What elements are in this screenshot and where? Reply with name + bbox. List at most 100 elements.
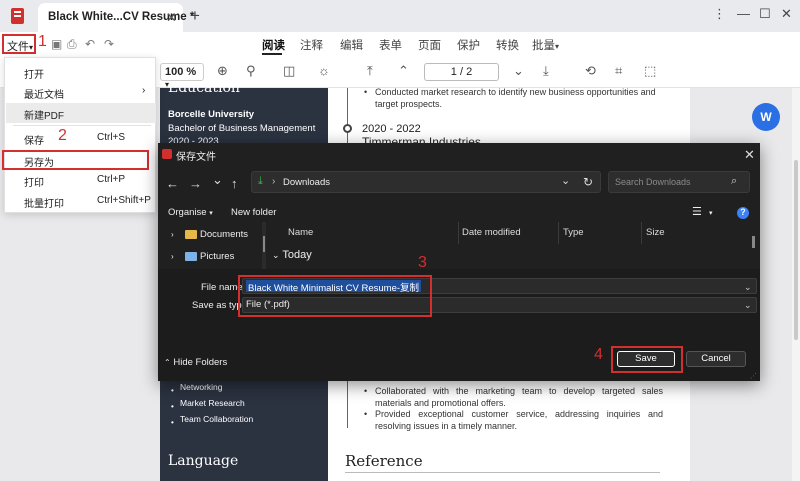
chevron-down-icon[interactable]: ⌄: [744, 282, 752, 293]
redo-icon[interactable]: ↷: [104, 37, 114, 51]
page-number-input[interactable]: 1 / 2: [424, 63, 499, 81]
address-dropdown-icon[interactable]: ⌄: [561, 174, 570, 187]
education-heading: Education: [168, 80, 240, 96]
expand-chevron-icon[interactable]: ›: [171, 230, 174, 239]
hide-folders-button[interactable]: ⌃ Hide Folders: [164, 357, 227, 368]
file-menu-button[interactable]: 文件▾: [2, 34, 36, 54]
menu-item-save[interactable]: 保存: [24, 132, 44, 147]
nav-convert[interactable]: 转换: [496, 37, 519, 53]
print-icon[interactable]: ⎙: [67, 37, 77, 52]
chevron-down-icon: ▾: [555, 42, 560, 51]
skill-item: Market Research: [180, 398, 245, 408]
new-folder-button[interactable]: New folder: [231, 207, 276, 218]
column-separator: [641, 222, 642, 244]
nav-annotate[interactable]: 注释: [300, 37, 323, 53]
filename-highlight-box: [238, 275, 432, 317]
menu-item-open[interactable]: 打开: [24, 66, 44, 81]
step-marker-1: 1: [38, 33, 47, 50]
forward-icon[interactable]: →: [189, 176, 202, 191]
nav-batch[interactable]: 批量▾: [532, 37, 559, 53]
page-layout-icon[interactable]: ◫: [283, 63, 295, 79]
timeline-dot: [343, 124, 352, 133]
close-icon[interactable]: ✕: [744, 147, 755, 163]
new-tab-icon[interactable]: +: [190, 6, 200, 26]
help-icon[interactable]: ?: [737, 207, 749, 219]
divider: [345, 472, 660, 473]
bullet-icon: •: [171, 418, 174, 427]
organise-label: Organise: [168, 207, 207, 218]
zoom-in-icon[interactable]: ⊕: [217, 63, 228, 79]
chevron-up-icon: ⌃: [164, 358, 171, 367]
university-name: Borcelle University: [168, 109, 255, 120]
expand-chevron-icon[interactable]: ›: [171, 252, 174, 261]
chevron-down-icon[interactable]: ▾: [709, 209, 713, 217]
view-options-icon[interactable]: ☰: [692, 205, 702, 218]
menu-separator: [13, 125, 151, 126]
menu-bar: 文件▾ 1 ▣ ⎙ ↶ ↷ 阅读 注释 编辑 表单 页面 保护 转换 批量▾: [0, 32, 800, 56]
chevron-down-icon[interactable]: ⌄: [744, 300, 752, 311]
maximize-icon[interactable]: ☐: [759, 6, 771, 22]
nav-edit[interactable]: 编辑: [340, 37, 363, 53]
organise-button[interactable]: Organise ▾: [168, 207, 213, 218]
column-name[interactable]: Name: [288, 227, 313, 238]
degree-text: Bachelor of Business Management: [168, 123, 316, 134]
minimize-icon[interactable]: —: [737, 6, 750, 21]
nav-form[interactable]: 表单: [379, 37, 402, 53]
skill-item: Networking: [180, 382, 223, 392]
shortcut-save: Ctrl+S: [97, 132, 126, 143]
file-name-label: File name: [201, 282, 243, 293]
tab-close-icon[interactable]: ✕: [166, 10, 177, 26]
undo-icon[interactable]: ↶: [85, 37, 95, 51]
brightness-icon[interactable]: ☼: [318, 63, 330, 78]
search-placeholder: Search Downloads: [615, 177, 691, 187]
step-marker-3: 3: [418, 254, 427, 271]
nav-pane-documents[interactable]: Documents: [200, 229, 248, 240]
menu-item-print[interactable]: 打印: [24, 174, 44, 189]
previous-page-icon[interactable]: ⌃: [398, 63, 409, 79]
nav-protect[interactable]: 保护: [457, 37, 480, 53]
scrollbar-thumb[interactable]: [263, 236, 265, 252]
document-tab[interactable]: Black White...CV Resume * ✕: [38, 3, 194, 32]
step-marker-4: 4: [594, 346, 603, 363]
crop-icon[interactable]: ⌗: [615, 63, 622, 79]
step-marker-2: 2: [58, 127, 67, 144]
column-size[interactable]: Size: [646, 227, 664, 238]
last-page-icon[interactable]: ⤓: [543, 63, 549, 79]
resize-grip-icon[interactable]: ⋰: [750, 372, 757, 380]
experience-bullet: Collaborated with the marketing team to …: [375, 386, 663, 408]
group-header[interactable]: ⌄ Today: [272, 249, 312, 261]
back-icon[interactable]: ←: [166, 176, 179, 191]
menu-item-batch-print[interactable]: 批量打印: [24, 195, 64, 210]
zoom-select[interactable]: 100 % ▾: [160, 63, 204, 89]
reference-heading: Reference: [345, 452, 423, 470]
nav-pane-pictures[interactable]: Pictures: [200, 251, 234, 262]
bullet-icon: •: [364, 87, 368, 97]
recent-locations-icon[interactable]: ⌄: [212, 172, 223, 188]
scrollbar-thumb[interactable]: [794, 160, 798, 340]
nav-page[interactable]: 页面: [418, 37, 441, 53]
save-icon[interactable]: ▣: [51, 37, 62, 51]
menu-item-recent[interactable]: 最近文档: [24, 86, 64, 101]
refresh-icon[interactable]: ↻: [583, 175, 593, 189]
next-page-icon[interactable]: ⌄: [513, 63, 524, 79]
word-convert-icon[interactable]: W: [752, 103, 780, 131]
shortcut-batch-print: Ctrl+Shift+P: [97, 195, 151, 206]
cancel-button[interactable]: Cancel: [686, 351, 746, 367]
close-window-icon[interactable]: ✕: [781, 6, 792, 22]
title-bar: Black White...CV Resume * ✕ + ⋮ — ☐ ✕: [0, 0, 800, 32]
folder-icon: [185, 230, 197, 239]
shortcut-print: Ctrl+P: [97, 174, 126, 185]
menu-item-new-pdf[interactable]: 新建PDF: [24, 107, 64, 122]
column-type[interactable]: Type: [563, 227, 584, 238]
rotate-icon[interactable]: ⟲: [585, 63, 596, 79]
file-list-scrollbar[interactable]: [752, 236, 755, 248]
more-menu-icon[interactable]: ⋮: [713, 6, 726, 22]
fit-page-icon[interactable]: ⬚: [644, 63, 656, 79]
zoom-value: 100 %: [165, 66, 197, 78]
first-page-icon[interactable]: ⤒: [367, 63, 373, 79]
chevron-right-icon: ›: [272, 176, 276, 187]
nav-read[interactable]: 阅读: [262, 37, 285, 53]
stamp-icon[interactable]: ⚲: [246, 63, 256, 79]
column-date-modified[interactable]: Date modified: [462, 227, 521, 238]
up-folder-icon[interactable]: ↑: [231, 176, 238, 191]
